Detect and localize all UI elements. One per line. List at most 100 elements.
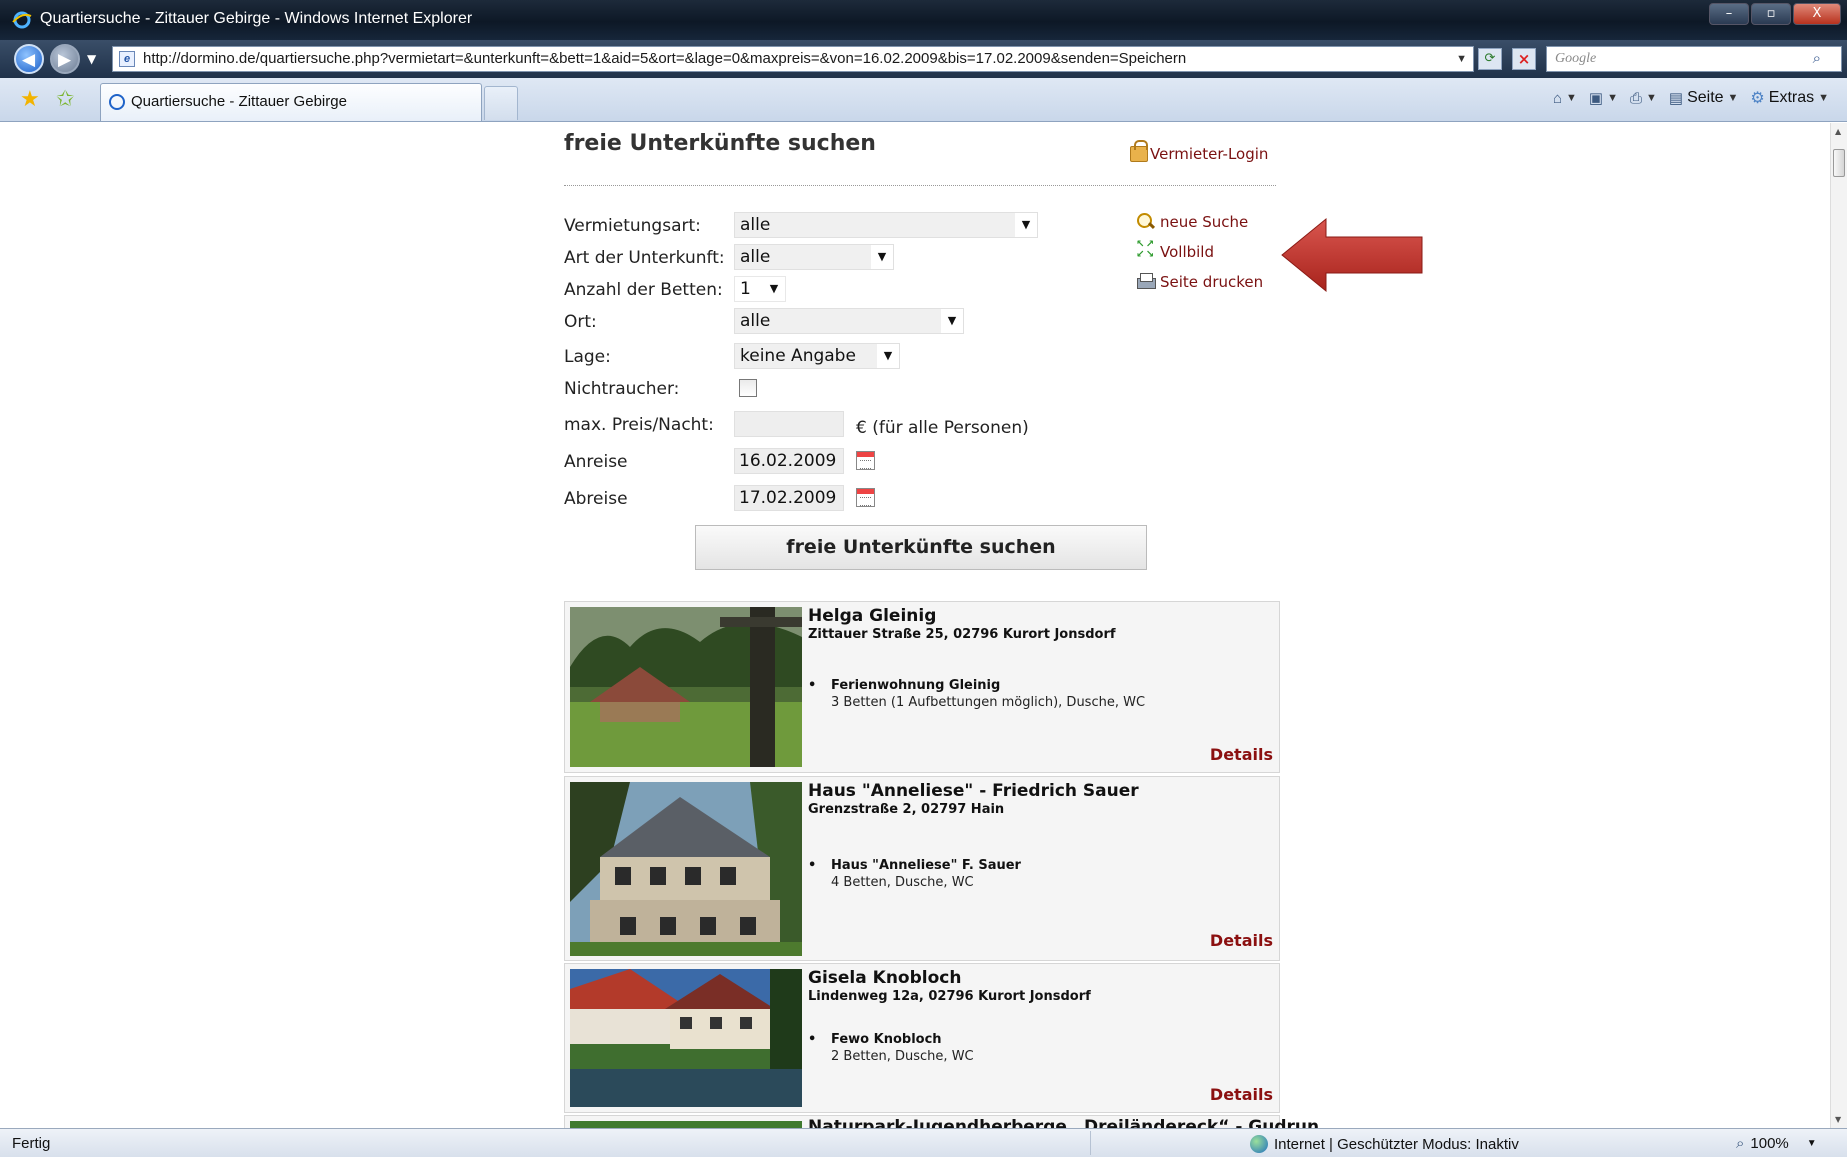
result-unit-desc: 4 Betten, Dusche, WC: [831, 875, 974, 890]
result-card: Naturpark-Jugendherberge „Dreiländereck“…: [564, 1115, 1319, 1128]
address-dropdown-icon[interactable]: ▼: [1456, 47, 1467, 71]
result-photo[interactable]: [570, 607, 802, 767]
new-tab-button[interactable]: [484, 86, 518, 120]
add-favorites-icon[interactable]: ✩: [56, 87, 74, 112]
status-bar: Fertig Internet | Geschützter Modus: Ina…: [0, 1128, 1847, 1157]
beds-select[interactable]: 1 ▼: [734, 276, 786, 302]
calendar-icon[interactable]: [856, 451, 875, 470]
security-zone-label: Internet | Geschützter Modus: Inaktiv: [1274, 1135, 1519, 1153]
print-dropdown-icon[interactable]: ▼: [1646, 92, 1657, 104]
window-titlebar: Quartiersuche - Zittauer Gebirge - Windo…: [0, 0, 1847, 40]
magnifier-icon: [1136, 213, 1156, 231]
non-smoker-checkbox[interactable]: [739, 379, 757, 397]
details-link[interactable]: Details: [1210, 745, 1273, 764]
back-button[interactable]: ◀: [14, 44, 44, 74]
page-menu-dropdown-icon: ▼: [1727, 92, 1739, 104]
feeds-dropdown-icon[interactable]: ▼: [1607, 92, 1618, 104]
calendar-icon[interactable]: [856, 488, 875, 507]
print-page-link[interactable]: Seite drucken: [1136, 273, 1263, 291]
ie-logo-icon: [12, 11, 32, 29]
print-page-label: Seite drucken: [1160, 273, 1264, 291]
tab-quartiersuche[interactable]: Quartiersuche - Zittauer Gebirge: [100, 83, 482, 121]
result-unit-desc: 3 Betten (1 Aufbettungen möglich), Dusch…: [831, 695, 1146, 710]
scroll-thumb[interactable]: [1833, 149, 1845, 177]
fullscreen-label: Vollbild: [1160, 243, 1214, 261]
result-address: Lindenweg 12a, 02796 Kurort Jonsdorf: [808, 989, 1091, 1004]
new-search-link[interactable]: neue Suche: [1136, 213, 1248, 231]
result-photo[interactable]: [570, 969, 802, 1107]
result-card: Haus "Anneliese" - Friedrich Sauer Grenz…: [564, 776, 1280, 961]
max-price-label: max. Preis/Nacht:: [564, 415, 714, 435]
feeds-button[interactable]: ▣ ▼: [1589, 89, 1618, 107]
page-menu[interactable]: ▤ Seite ▼: [1669, 89, 1739, 107]
status-text: Fertig: [12, 1135, 51, 1152]
search-icon[interactable]: ⌕: [1813, 47, 1821, 71]
favorites-star-icon[interactable]: ★: [20, 87, 40, 112]
history-dropdown-icon[interactable]: ▼: [87, 52, 96, 66]
departure-label: Abreise: [564, 489, 628, 509]
place-label: Ort:: [564, 312, 597, 332]
details-link[interactable]: Details: [1210, 931, 1273, 950]
tab-bar: ★ ✩ Quartiersuche - Zittauer Gebirge ⌂ ▼ …: [0, 78, 1847, 122]
departure-date-input[interactable]: 17.02.2009: [734, 485, 844, 511]
divider: [564, 185, 1276, 186]
result-unit-name: Ferienwohnung Gleinig: [831, 678, 1001, 693]
window-controls: – ▫ X: [1709, 3, 1841, 25]
accommodation-type-select[interactable]: alle ▼: [734, 244, 894, 270]
window-title: Quartiersuche - Zittauer Gebirge - Windo…: [40, 10, 473, 27]
bullet: •: [808, 678, 817, 693]
page-title: freie Unterkünfte suchen: [564, 131, 876, 156]
refresh-button[interactable]: ⟳: [1478, 48, 1502, 70]
search-submit-button[interactable]: freie Unterkünfte suchen: [695, 525, 1147, 570]
print-button[interactable]: ⎙ ▼: [1630, 90, 1657, 107]
non-smoker-label: Nichtraucher:: [564, 379, 680, 399]
address-url: http://dormino.de/quartiersuche.php?verm…: [143, 50, 1187, 67]
command-bar: ⌂ ▼ ▣ ▼ ⎙ ▼ ▤ Seite ▼ ⚙ Extras ▼: [1553, 88, 1829, 108]
scroll-down-icon[interactable]: ▼: [1835, 1115, 1841, 1124]
place-select[interactable]: alle ▼: [734, 308, 964, 334]
result-unit-name: Fewo Knobloch: [831, 1032, 942, 1047]
bullet: •: [808, 858, 817, 873]
page-menu-label: Seite: [1687, 89, 1724, 106]
result-photo[interactable]: [570, 782, 802, 956]
result-name: Naturpark-Jugendherberge „Dreiländereck“…: [808, 1117, 1320, 1128]
arrival-label: Anreise: [564, 452, 628, 472]
minimize-button[interactable]: –: [1709, 3, 1749, 25]
stop-button[interactable]: ×: [1512, 48, 1536, 70]
security-zone[interactable]: Internet | Geschützter Modus: Inaktiv: [1250, 1135, 1519, 1153]
result-photo[interactable]: [570, 1121, 802, 1128]
home-dropdown-icon[interactable]: ▼: [1566, 92, 1577, 104]
chevron-down-icon: ▼: [871, 245, 893, 269]
tools-menu[interactable]: ⚙ Extras ▼: [1750, 88, 1829, 108]
home-button[interactable]: ⌂ ▼: [1553, 90, 1577, 107]
result-card: Helga Gleinig Zittauer Straße 25, 02796 …: [564, 601, 1280, 773]
location-select[interactable]: keine Angabe ▼: [734, 343, 900, 369]
printer-icon: [1136, 273, 1156, 291]
page-menu-icon: ▤: [1668, 90, 1684, 107]
place-value: alle: [740, 311, 771, 331]
forward-button[interactable]: ▶: [50, 44, 80, 74]
details-link[interactable]: Details: [1210, 1085, 1273, 1104]
zoom-dropdown-icon[interactable]: ▼: [1807, 1138, 1817, 1149]
arrival-date-input[interactable]: 16.02.2009: [734, 448, 844, 474]
fullscreen-link[interactable]: Vollbild: [1136, 239, 1214, 261]
landlord-login-link[interactable]: Vermieter-Login: [1130, 140, 1269, 163]
landlord-login-label: Vermieter-Login: [1150, 145, 1269, 163]
max-price-input[interactable]: [734, 411, 844, 437]
rental-type-value: alle: [740, 215, 771, 235]
result-address: Grenzstraße 2, 02797 Hain: [808, 802, 1005, 817]
result-card: Gisela Knobloch Lindenweg 12a, 02796 Kur…: [564, 963, 1280, 1113]
location-label: Lage:: [564, 347, 611, 367]
zoom-control[interactable]: ⌕ 100% ▼: [1736, 1135, 1817, 1152]
result-name: Gisela Knobloch: [808, 968, 962, 988]
home-icon: ⌂: [1552, 89, 1562, 107]
vertical-scrollbar[interactable]: ▲ ▼: [1830, 123, 1847, 1128]
search-input[interactable]: Google ⌕: [1546, 46, 1842, 72]
chevron-down-icon: ▼: [1015, 213, 1037, 237]
close-button[interactable]: X: [1793, 3, 1841, 25]
address-bar[interactable]: e http://dormino.de/quartiersuche.php?ve…: [112, 46, 1474, 72]
scroll-up-icon[interactable]: ▲: [1835, 127, 1841, 136]
rental-type-select[interactable]: alle ▼: [734, 212, 1038, 238]
result-unit-desc: 2 Betten, Dusche, WC: [831, 1049, 974, 1064]
maximize-button[interactable]: ▫: [1751, 3, 1791, 25]
